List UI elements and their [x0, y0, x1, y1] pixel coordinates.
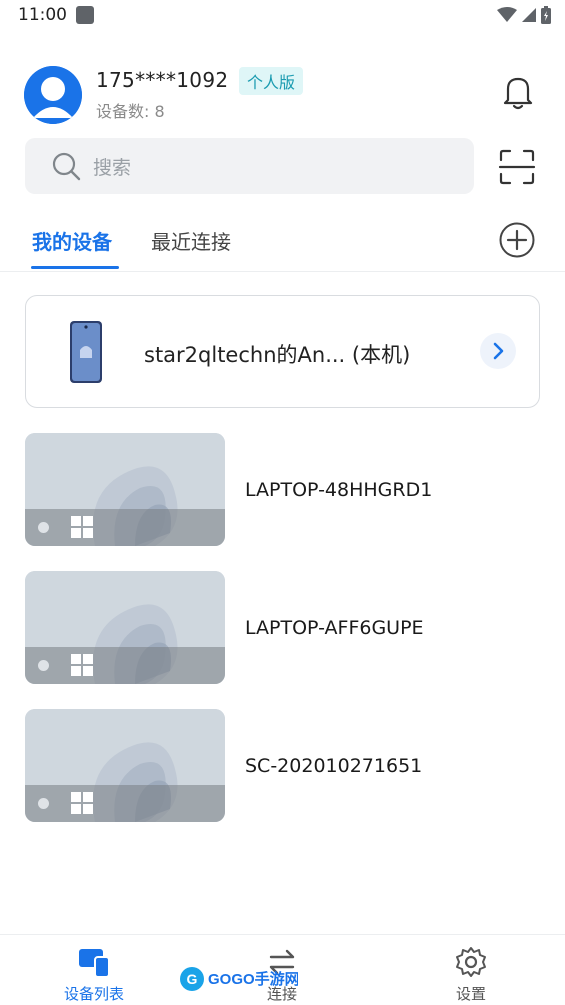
signal-icon: [522, 8, 536, 22]
avatar[interactable]: [24, 66, 82, 124]
plan-badge: 个人版: [239, 67, 304, 95]
gear-icon: [456, 947, 486, 977]
active-tab-indicator: [31, 266, 119, 269]
device-thumbnail: [25, 571, 225, 684]
status-time: 11:00: [18, 5, 67, 25]
user-avatar-icon: [24, 66, 82, 124]
device-name: LAPTOP-48HHGRD1: [245, 479, 433, 501]
watermark-logo: G GOGO手游网: [178, 962, 300, 996]
windows-icon: [71, 792, 93, 814]
device-row[interactable]: SC-202010271651: [25, 709, 545, 822]
device-list-icon: [79, 949, 110, 978]
wifi-icon: [497, 7, 517, 22]
device-row[interactable]: LAPTOP-AFF6GUPE: [25, 571, 545, 684]
search-input[interactable]: 搜索: [25, 138, 474, 194]
status-indicators: [497, 6, 551, 24]
status-bar: 11:00: [0, 0, 565, 32]
thumbnail-status-bar: [25, 509, 225, 546]
device-thumbnail: [25, 433, 225, 546]
status-dot: [38, 798, 49, 809]
notification-app-icon: [76, 6, 94, 24]
account-header: 175****1092 个人版 设备数: 8: [0, 58, 565, 128]
scan-icon[interactable]: [497, 147, 537, 187]
watermark-graphic: G GOGO手游网: [180, 967, 300, 991]
tab-my-devices[interactable]: 我的设备: [32, 226, 112, 255]
nav-settings[interactable]: 设置: [411, 935, 531, 1005]
nav-label: 设备列表: [63, 985, 124, 1003]
search-placeholder: 搜索: [93, 157, 132, 179]
bell-icon[interactable]: [498, 72, 538, 112]
chevron-right-icon: [493, 342, 504, 360]
status-dot: [38, 522, 49, 533]
device-name: LAPTOP-AFF6GUPE: [245, 617, 424, 639]
add-device-icon[interactable]: [498, 221, 536, 259]
device-name: SC-202010271651: [245, 755, 423, 777]
device-tabs: 我的设备 最近连接: [0, 216, 565, 272]
account-phone: 175****1092: [96, 68, 229, 92]
local-device-open-button[interactable]: [480, 333, 516, 369]
windows-icon: [71, 516, 93, 538]
windows-icon: [71, 654, 93, 676]
nav-label: 设置: [455, 985, 486, 1003]
nav-device-list[interactable]: 设备列表: [34, 935, 154, 1005]
battery-icon: [541, 6, 551, 24]
status-dot: [38, 660, 49, 671]
search-icon: [52, 152, 81, 181]
phone-device-icon: [70, 321, 102, 383]
thumbnail-status-bar: [25, 647, 225, 684]
device-thumbnail: [25, 709, 225, 822]
device-count: 设备数: 8: [96, 102, 165, 121]
local-device-name: star2qltechn的An... (本机): [144, 343, 411, 367]
tab-recent-connections[interactable]: 最近连接: [151, 226, 231, 255]
thumbnail-status-bar: [25, 785, 225, 822]
device-row[interactable]: LAPTOP-48HHGRD1: [25, 433, 545, 546]
svg-text:G: G: [187, 971, 198, 987]
local-device-card[interactable]: star2qltechn的An... (本机): [25, 295, 540, 408]
svg-text:GOGO手游网: GOGO手游网: [208, 970, 298, 988]
